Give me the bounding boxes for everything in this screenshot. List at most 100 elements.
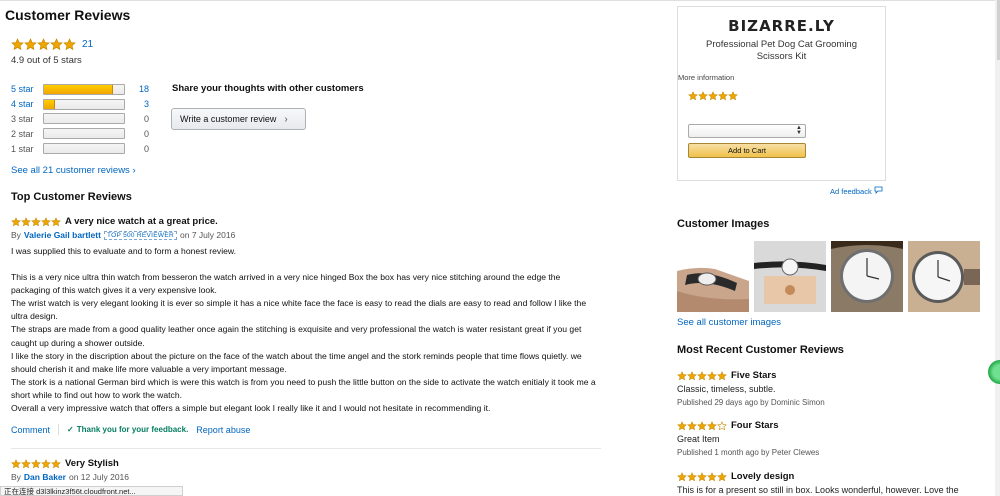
review-paragraph: The wrist watch is very elegant looking …: [11, 298, 587, 322]
floating-widget-icon[interactable]: [988, 360, 1000, 384]
ad-variant-select[interactable]: ▲ ▼: [688, 124, 806, 138]
review-byline: By Valerie Gail bartlett TOP 500 REVIEWE…: [11, 230, 601, 240]
select-arrows-icon: ▲ ▼: [796, 125, 802, 136]
top-reviewer-badge[interactable]: TOP 500 REVIEWER: [103, 230, 177, 240]
review-item: A very nice watch at a great price. By V…: [11, 215, 601, 436]
sponsored-ad[interactable]: BIZARRE.LY Professional Pet Dog Cat Groo…: [677, 6, 886, 181]
check-icon: ✓: [67, 425, 74, 435]
star-filled-icon: [697, 370, 707, 381]
review-paragraph: This is a very nice ultra thin watch fro…: [11, 272, 561, 296]
star-filled-icon: [21, 216, 31, 227]
review-paragraph: I was supplied this to evaluate and to f…: [11, 246, 236, 256]
review-item: Very Stylish By Dan Baker on 12 July 201…: [11, 457, 601, 482]
recent-review-stars: [677, 471, 727, 482]
recent-review-title[interactable]: Lovely design: [731, 471, 794, 482]
see-all-reviews-link[interactable]: See all 21 customer reviews ›: [11, 165, 136, 176]
review-stars: [11, 216, 61, 227]
histogram-bar-fill: [44, 99, 56, 109]
star-filled-icon: [11, 38, 24, 51]
star-filled-icon: [31, 458, 41, 469]
star-filled-icon: [688, 91, 698, 101]
star-filled-icon: [677, 370, 687, 381]
histogram-label: 1 star: [11, 143, 34, 154]
ad-description[interactable]: Professional Pet Dog Cat Grooming Scisso…: [688, 39, 875, 63]
histogram-count: 0: [143, 143, 149, 154]
histogram-row: 1 star 0: [11, 141, 149, 156]
star-filled-icon: [677, 420, 687, 431]
customer-image-thumbnail[interactable]: [754, 241, 826, 312]
star-filled-icon: [63, 38, 76, 51]
write-review-button[interactable]: Write a customer review ›: [171, 108, 306, 130]
ad-feedback-text: Ad feedback: [830, 186, 872, 196]
recent-review-stars: [677, 420, 727, 431]
customer-image-thumbnail[interactable]: [677, 241, 749, 312]
histogram-bar: [43, 113, 125, 125]
review-divider: [11, 448, 601, 449]
star-filled-icon: [707, 420, 717, 431]
histogram-row: 3 star 0: [11, 112, 149, 127]
histogram-label[interactable]: 4 star: [11, 99, 43, 109]
review-paragraph: The stork is a national German bird whic…: [11, 376, 596, 400]
histogram-label[interactable]: 5 star: [11, 84, 43, 94]
review-paragraph: Overall a very impressive watch that off…: [11, 403, 491, 414]
review-author-link[interactable]: Valerie Gail bartlett: [24, 230, 101, 240]
customer-image-thumbnail[interactable]: [831, 241, 903, 312]
review-author-link[interactable]: Dan Baker: [24, 472, 66, 482]
histogram-row: 2 star 0: [11, 126, 149, 141]
add-to-cart-button[interactable]: Add to Cart: [688, 143, 806, 158]
page-title: Customer Reviews: [5, 7, 131, 23]
histogram-count: 0: [143, 128, 149, 139]
star-filled-icon: [41, 216, 51, 227]
ad-feedback-link[interactable]: Ad feedback: [830, 186, 883, 196]
review-date: on 7 July 2016: [180, 230, 236, 240]
ad-more-info: More information: [678, 73, 735, 82]
page-scrollbar[interactable]: [995, 0, 1000, 496]
average-rating-text: 4.9 out of 5 stars: [11, 55, 82, 66]
star-filled-icon: [708, 91, 718, 101]
star-filled-icon: [718, 91, 728, 101]
speech-bubble-icon: [874, 186, 883, 196]
recent-review-item: Four Stars Great Item Published 1 month …: [677, 420, 987, 457]
star-filled-icon: [51, 458, 61, 469]
star-filled-icon: [728, 91, 738, 101]
overall-rating[interactable]: 21: [11, 38, 93, 51]
star-filled-icon: [698, 91, 708, 101]
star-empty-icon: [717, 420, 727, 431]
customer-images-heading: Customer Images: [677, 218, 770, 230]
star-filled-icon: [24, 38, 37, 51]
ad-brand-logo[interactable]: BIZARRE.LY: [678, 17, 885, 35]
ad-stars: [688, 91, 738, 101]
recent-review-title[interactable]: Five Stars: [731, 370, 776, 381]
recent-review-text: Great Item: [677, 434, 720, 444]
histogram-count[interactable]: 18: [129, 84, 149, 94]
browser-status-bar: 正在连接 d3l3lkinz3f56t.cloudfront.net...: [0, 486, 183, 496]
histogram-row[interactable]: 5 star 18: [11, 82, 149, 97]
overall-stars: [11, 38, 76, 51]
rating-count-link[interactable]: 21: [82, 39, 93, 50]
recent-review-meta: Published 1 month ago by Peter Clewes: [677, 448, 820, 457]
histogram-bar: [43, 128, 125, 140]
by-prefix: By: [11, 230, 21, 240]
histogram-label: 3 star: [11, 113, 34, 124]
review-title[interactable]: Very Stylish: [65, 458, 119, 469]
star-filled-icon: [697, 471, 707, 482]
histogram-bar-fill: [44, 84, 113, 94]
rating-histogram: 5 star 18 4 star 3 3 star 0 2 star 0 1 star 0: [11, 82, 149, 156]
star-filled-icon: [707, 471, 717, 482]
star-filled-icon: [687, 370, 697, 381]
report-abuse-link[interactable]: Report abuse: [196, 425, 250, 435]
see-all-customer-images-link[interactable]: See all customer images: [677, 317, 781, 328]
star-filled-icon: [21, 458, 31, 469]
reviews-column: Customer Reviews 21 4.9 out of 5 stars 5…: [0, 0, 601, 496]
review-byline: By Dan Baker on 12 July 2016: [11, 472, 601, 482]
histogram-row[interactable]: 4 star 3: [11, 97, 149, 112]
star-filled-icon: [707, 370, 717, 381]
recent-review-title[interactable]: Four Stars: [731, 420, 779, 431]
customer-image-thumbnail[interactable]: [908, 241, 980, 312]
histogram-label: 2 star: [11, 128, 34, 139]
comment-link[interactable]: Comment: [11, 425, 50, 435]
review-title[interactable]: A very nice watch at a great price.: [65, 216, 218, 227]
histogram-count[interactable]: 3: [129, 99, 149, 109]
histogram-bar: [43, 83, 125, 95]
